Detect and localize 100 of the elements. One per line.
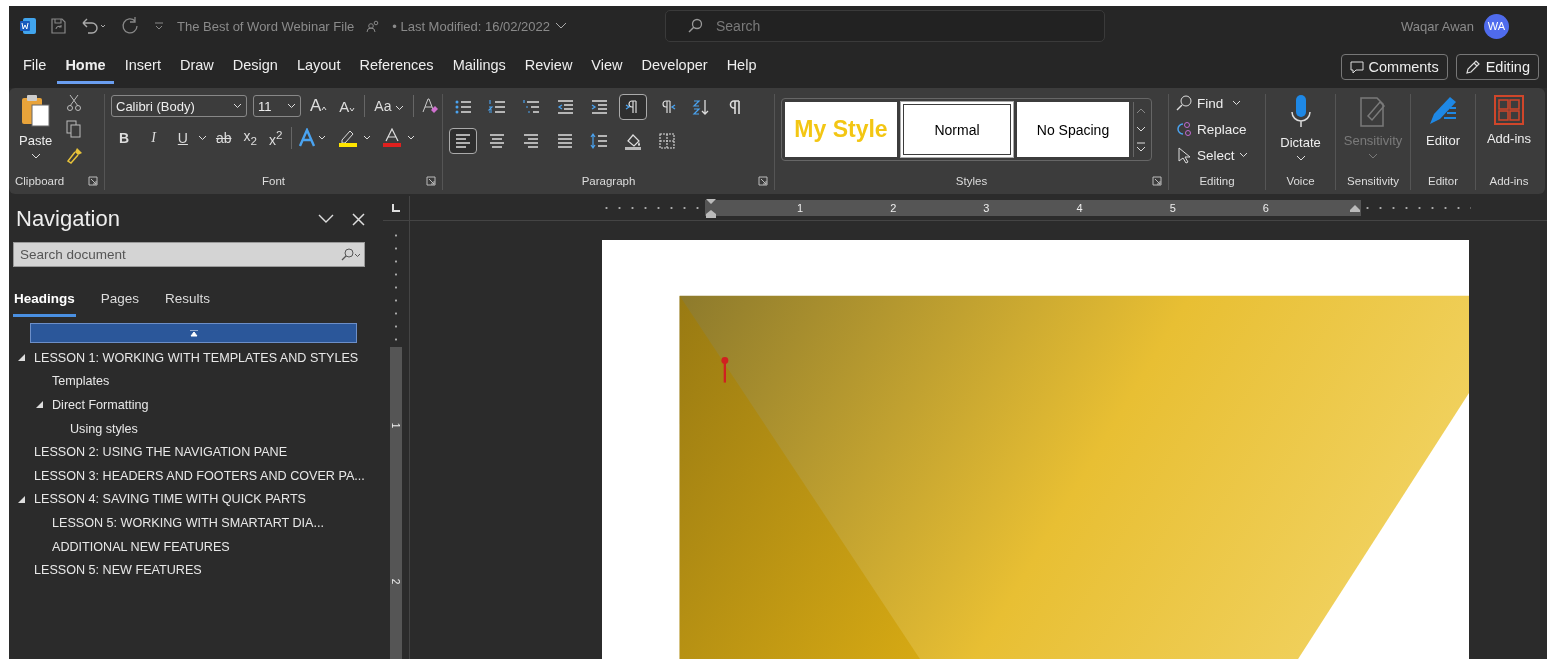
expanded-triangle-icon[interactable] [17,494,26,504]
group-label: Paragraph [581,175,636,187]
close-icon[interactable] [352,212,365,226]
ruler-number: 3 [982,202,991,214]
menu-tab[interactable]: References [351,50,442,84]
customize-toolbar-icon[interactable] [153,20,165,32]
heading-item[interactable]: LESSON 5: WORKING WITH SMARTART DIA... [52,515,324,530]
paste-button[interactable]: Paste [19,94,53,159]
chevron-down-icon [1238,152,1248,158]
search-field[interactable]: Search [665,10,1105,42]
copy-icon[interactable] [66,120,83,138]
subscript-button[interactable]: x$_{2}$ [240,126,260,150]
heading-item[interactable]: Templates [52,374,110,389]
chevron-down-icon[interactable] [197,134,207,141]
word-logo-icon[interactable] [19,17,37,35]
group-label: Editing [1199,175,1235,187]
align-left-icon[interactable] [449,128,477,154]
editing-button[interactable]: Editing [1455,54,1539,80]
cursor-arrow-icon [1175,146,1193,164]
font-size-dropdown[interactable]: 11 [253,95,301,117]
pane-tab[interactable]: Pages [99,287,141,317]
select-button[interactable]: Select [1175,146,1248,164]
menu-tab[interactable]: Home [57,50,114,84]
dialog-launcher-icon[interactable] [1152,176,1162,186]
heading-item[interactable]: Direct Formatting [52,398,149,412]
redo-icon[interactable] [121,16,141,36]
menu-tab[interactable]: Review [516,50,581,84]
group-label: Font [262,175,285,187]
format-painter-icon[interactable] [66,146,85,164]
heading-item[interactable]: ADDITIONAL NEW FEATURES [52,539,230,554]
heading-item[interactable]: LESSON 3: HEADERS AND FOOTERS AND COVER PA... [34,468,365,483]
clear-formatting-icon[interactable] [420,96,441,116]
heading-item[interactable]: Using styles [70,421,138,436]
autosave-icon[interactable] [49,17,67,35]
vertical-ruler[interactable]: 1 2 [383,221,410,659]
bold-button[interactable]: B [111,127,138,148]
chevron-down-icon[interactable] [318,214,334,224]
group-label: Clipboard [15,175,65,187]
dialog-launcher-icon[interactable] [88,176,98,186]
heading-item[interactable]: LESSON 4: SAVING TIME WITH QUICK PARTS [34,492,306,507]
search-icon [340,248,362,262]
menu-tab[interactable]: View [583,50,631,84]
pane-title: Navigation [15,206,120,232]
change-case-button[interactable]: Aa [371,96,408,116]
style-tile[interactable]: No Spacing [1017,102,1129,157]
ruler-number: 2 [390,578,402,584]
comments-button[interactable]: Comments [1340,54,1448,80]
group-label: Styles [955,175,988,187]
group-label: Voice [1286,175,1315,187]
chevron-down-icon [233,103,242,109]
superscript-button[interactable]: x$^{2}$ [266,126,286,150]
replace-button[interactable]: Replace [1175,120,1247,138]
menu-tab[interactable]: Draw [171,50,222,84]
chevron-down-icon [30,153,41,159]
underline-button[interactable]: U [169,127,192,148]
group-label: Sensitivity [1347,175,1399,187]
scissors-icon[interactable] [66,94,83,112]
menu-tab[interactable]: Insert [116,50,169,84]
indent-marker-icon[interactable] [705,198,717,218]
dialog-launcher-icon[interactable] [426,176,436,186]
heading-item[interactable]: LESSON 5: NEW FEATURES [34,563,202,578]
user-name: Waqar Awan [1401,18,1474,34]
menu-tab[interactable]: Developer [633,50,716,84]
search-field[interactable]: Search document [13,242,365,267]
group-label: Add-ins [1489,175,1529,187]
menu-tab[interactable]: Layout [288,50,349,84]
shared-people-icon [366,19,381,33]
menu-tab[interactable]: Design [224,50,286,84]
font-name-dropdown[interactable]: Calibri (Body) [111,95,247,117]
user-avatar[interactable]: WA [1484,13,1509,39]
editor-button[interactable]: Editor [1426,94,1460,148]
indent-marker-icon[interactable] [1349,204,1361,212]
pane-tab[interactable]: Results [164,287,212,317]
chevron-down-icon [395,105,405,111]
expanded-triangle-icon[interactable] [35,400,44,410]
italic-button[interactable]: I [143,127,164,148]
tab-stop-icon[interactable] [392,204,400,212]
pane-tab[interactable]: Headings [13,287,76,317]
last-modified-dropdown[interactable]: • Last Modified: 16/02/2022 [392,18,568,34]
dictate-button[interactable]: Dictate [1280,94,1321,161]
search-icon [1175,94,1193,112]
menu-tab[interactable]: File [15,50,55,84]
grow-font-button[interactable]: A [307,94,331,118]
ltr-icon[interactable] [619,94,647,120]
menu-tab[interactable]: Help [718,50,765,84]
heading-item[interactable]: LESSON 1: WORKING WITH TEMPLATES AND STYLES [34,350,359,365]
find-button[interactable]: Find [1175,94,1242,112]
add-ins-button[interactable]: Add-ins [1486,94,1532,146]
chevron-down-icon [1368,153,1378,159]
shrink-font-button[interactable]: A [336,95,359,117]
pencil-icon [1464,59,1481,75]
document-title: The Best of Word Webinar File [177,18,355,34]
dialog-launcher-icon[interactable] [758,176,768,186]
strikethrough-button[interactable]: ab [212,127,235,148]
collapse-up-icon [189,329,198,337]
heading-item[interactable]: LESSON 2: USING THE NAVIGATION PANE [34,445,288,460]
menu-tab[interactable]: Mailings [444,50,514,84]
horizontal-ruler[interactable]: 1 2 3 4 5 6 [410,196,1547,220]
expanded-triangle-icon[interactable] [17,353,26,363]
style-tile[interactable]: Normal [901,102,1013,157]
